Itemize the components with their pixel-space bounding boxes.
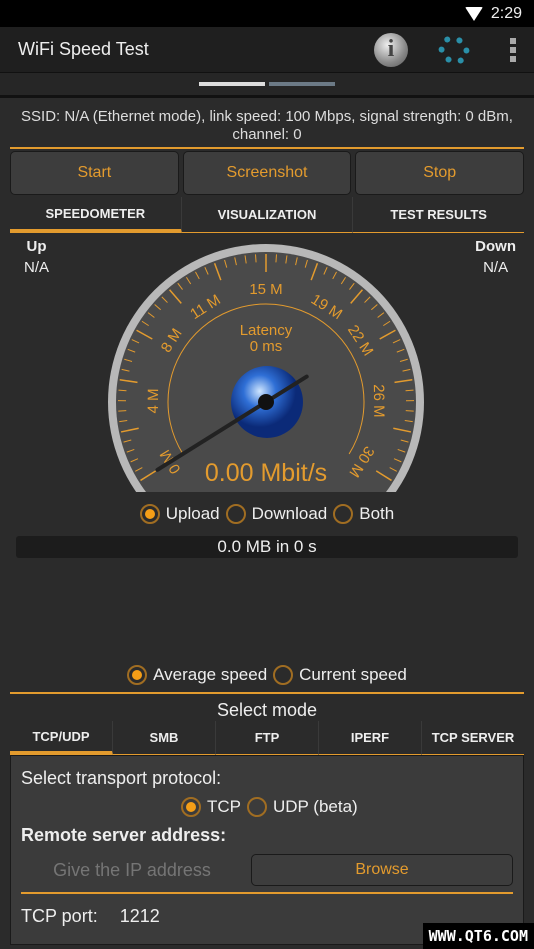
transfer-progress: 0.0 MB in 0 s <box>16 536 518 558</box>
tcp-port-value[interactable]: 1212 <box>120 906 160 927</box>
divider <box>21 892 513 894</box>
overflow-menu-icon[interactable] <box>510 37 516 62</box>
current-speed-radio[interactable] <box>273 665 294 685</box>
gauge-scale-label: 4 M <box>145 388 162 413</box>
connection-info: SSID: N/A (Ethernet mode), link speed: 1… <box>21 108 513 143</box>
tab-ftp[interactable]: FTP <box>216 721 319 755</box>
tcp-label[interactable]: TCP <box>207 797 241 817</box>
wifi-icon <box>464 6 483 21</box>
app-title: WiFi Speed Test <box>18 39 149 59</box>
tab-tcp-server[interactable]: TCP SERVER <box>422 721 524 755</box>
tab-test-results[interactable]: TEST RESULTS <box>353 197 525 233</box>
needle-hub <box>258 394 274 410</box>
status-bar: 2:29 <box>0 0 534 27</box>
download-radio[interactable] <box>225 504 246 524</box>
mode-tabs: TCP/UDP SMB FTP IPERF TCP SERVER <box>10 721 524 755</box>
both-radio[interactable] <box>333 504 354 524</box>
speed-mode-radio-group: Average speed Current speed <box>0 665 534 685</box>
current-speed-label[interactable]: Current speed <box>299 665 407 685</box>
clock: 2:29 <box>490 4 522 22</box>
average-speed-label[interactable]: Average speed <box>153 665 267 685</box>
gauge-tick <box>405 389 414 392</box>
tab-iperf[interactable]: IPERF <box>319 721 422 755</box>
app-bar: WiFi Speed Test i <box>0 27 534 72</box>
gauge-scale-label: 15 M <box>249 281 282 298</box>
gauge-scale-label: 26 M <box>370 384 387 418</box>
stop-button[interactable]: Stop <box>355 151 525 195</box>
gauge-tick <box>275 254 277 263</box>
udp-radio[interactable] <box>247 797 267 817</box>
ip-address-input[interactable] <box>21 854 243 886</box>
tcp-udp-panel: Select transport protocol: TCP UDP (beta… <box>10 755 524 945</box>
speedometer-gauge: 0 M4 M8 M11 M15 M19 M22 M26 M30 M Latenc… <box>108 244 424 492</box>
latency-label: Latency <box>240 322 293 339</box>
page-dot <box>269 82 335 86</box>
watermark: WWW.QT6.COM <box>422 923 534 949</box>
speed-readout: 0.00 Mbit/s <box>205 459 327 487</box>
gear-icon[interactable] <box>433 29 475 70</box>
browse-button[interactable]: Browse <box>251 854 513 886</box>
start-button[interactable]: Start <box>10 151 179 195</box>
page-indicator[interactable] <box>0 72 534 98</box>
upload-radio[interactable] <box>139 504 160 524</box>
tab-tcp-udp[interactable]: TCP/UDP <box>10 721 113 755</box>
info-icon[interactable]: i <box>374 32 408 67</box>
main-tabs: SPEEDOMETER VISUALIZATION TEST RESULTS <box>10 197 525 233</box>
select-mode-heading: Select mode <box>216 700 318 720</box>
tab-smb[interactable]: SMB <box>113 721 216 755</box>
protocol-label: Select transport protocol: <box>21 768 222 788</box>
download-label[interactable]: Download <box>252 504 328 524</box>
direction-radio-group: Upload Download Both <box>0 504 534 524</box>
average-speed-radio[interactable] <box>127 665 148 685</box>
gauge-tick <box>255 254 257 263</box>
gauge-tick <box>118 389 127 392</box>
tcp-port-label: TCP port: <box>21 906 98 926</box>
tab-visualization[interactable]: VISUALIZATION <box>181 197 354 233</box>
udp-label[interactable]: UDP (beta) <box>273 797 358 817</box>
page-dot-active <box>199 82 265 86</box>
tab-speedometer[interactable]: SPEEDOMETER <box>10 197 182 233</box>
divider <box>10 692 524 694</box>
latency-value: 0 ms <box>250 338 283 355</box>
both-label[interactable]: Both <box>359 504 394 524</box>
tcp-radio[interactable] <box>181 797 201 817</box>
upload-label[interactable]: Upload <box>166 504 220 524</box>
screenshot-button[interactable]: Screenshot <box>182 151 352 195</box>
server-address-label: Remote server address: <box>21 825 227 845</box>
